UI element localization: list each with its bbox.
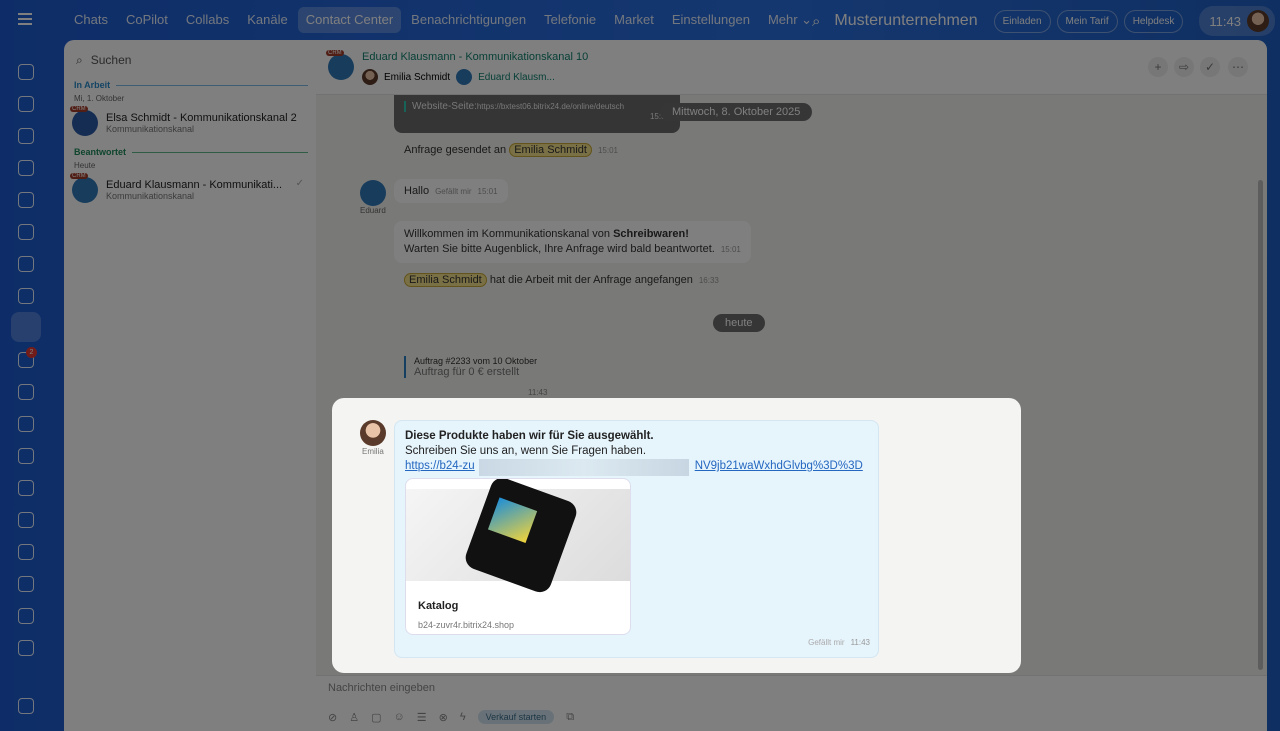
card-url: b24-zuvr4r.bitrix24.shop xyxy=(418,620,515,630)
like-button[interactable]: Gefällt mir xyxy=(808,638,844,647)
redacted-blur xyxy=(479,459,689,476)
author-avatar[interactable] xyxy=(360,420,386,446)
preview-image xyxy=(406,479,630,596)
link-end: NV9jb21waWxhdGlvbg%3D%3D xyxy=(694,460,863,472)
message-time: 11:43 xyxy=(850,638,870,647)
highlighted-message: Emilia Diese Produkte haben wir für Sie … xyxy=(332,398,1021,673)
phone-image xyxy=(462,479,580,596)
message-text: Schreiben Sie uns an, wenn Sie Fragen ha… xyxy=(405,445,647,457)
card-title: Katalog xyxy=(418,600,459,612)
link-start: https://b24-zu xyxy=(405,460,475,472)
author-name: Emilia xyxy=(362,447,384,456)
message-bubble: Diese Produkte haben wir für Sie ausgewä… xyxy=(394,420,879,658)
link-preview-card[interactable]: Katalog b24-zuvr4r.bitrix24.shop xyxy=(405,478,631,635)
message-title: Diese Produkte haben wir für Sie ausgewä… xyxy=(405,430,654,442)
catalog-link[interactable]: https://b24-zu NV9jb21waWxhdGlvbg%3D%3D xyxy=(405,459,868,476)
